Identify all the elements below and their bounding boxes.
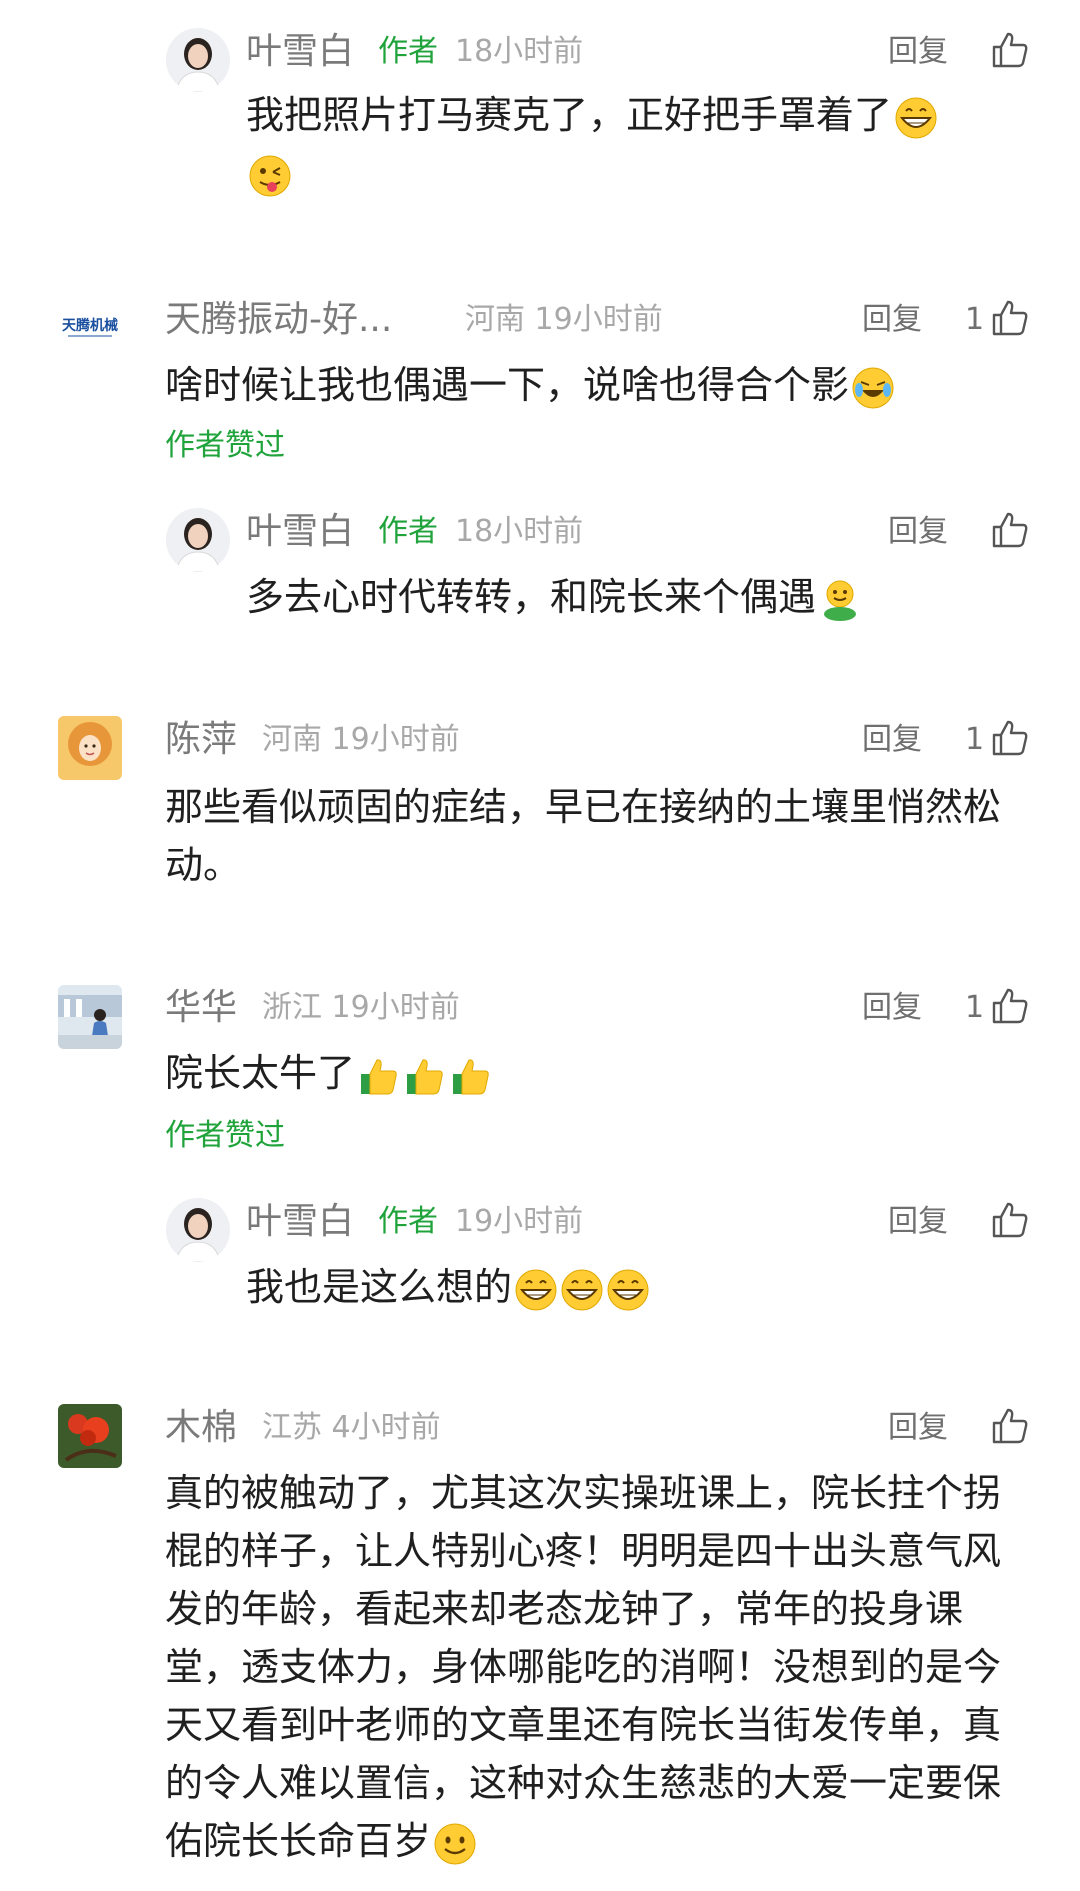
svg-text:天腾机械: 天腾机械	[62, 317, 118, 334]
reply-button[interactable]: 回复	[888, 510, 948, 554]
thumbs-up-emoji	[407, 1058, 443, 1094]
author-name[interactable]: 叶雪白	[246, 510, 354, 554]
smile-emoji	[434, 1823, 476, 1864]
grin-emoji	[895, 97, 937, 138]
like-icon[interactable]	[990, 510, 1030, 550]
like-icon[interactable]	[990, 298, 1030, 338]
author-tag: 作者	[378, 514, 438, 549]
comment-text: 我把照片打马赛克了，正好把手罩着了	[246, 86, 1006, 202]
comment-text-body: 院长太牛了	[165, 1051, 356, 1095]
reply-button[interactable]: 回复	[888, 30, 948, 74]
author-name[interactable]: 天腾振动-好...	[165, 298, 425, 342]
like-icon[interactable]	[990, 1200, 1030, 1240]
comment-meta: 浙江 19小时前	[262, 990, 460, 1025]
comment-text: 我也是这么想的	[246, 1258, 1026, 1316]
reply-button[interactable]: 回复	[862, 718, 922, 762]
comment-text: 院长太牛了	[165, 1044, 1025, 1102]
avatar[interactable]	[58, 1404, 122, 1468]
comment-meta: 18小时前	[455, 34, 584, 69]
grin-emoji	[561, 1269, 603, 1310]
like-count: 1	[965, 990, 985, 1025]
comment-text-body: 我把照片打马赛克了，正好把手罩着了	[246, 93, 893, 137]
author-tag: 作者	[378, 34, 438, 69]
comment-text-body: 多去心时代转转，和院长来个偶遇	[246, 575, 817, 619]
grin-emoji	[515, 1269, 557, 1310]
laugh-cry-emoji	[852, 367, 894, 408]
reply-button[interactable]: 回复	[888, 1200, 948, 1244]
comment-meta: 19小时前	[455, 1204, 584, 1239]
like-count: 1	[965, 722, 985, 757]
author-name[interactable]: 木棉	[165, 1406, 237, 1450]
avatar[interactable]	[58, 985, 122, 1049]
thumbs-up-emoji	[453, 1058, 489, 1094]
avatar[interactable]	[166, 1198, 230, 1262]
avatar[interactable]: 天腾机械	[58, 292, 122, 356]
grin-emoji	[607, 1269, 649, 1310]
comment-text: 真的被触动了，尤其这次实操班课上，院长拄个拐棍的样子，让人特别心疼！明明是四十出…	[165, 1464, 1025, 1870]
comment-text-body: 啥时候让我也偶遇一下，说啥也得合个影	[165, 363, 850, 407]
wink-tongue-emoji	[249, 155, 291, 196]
comment-meta: 河南 19小时前	[465, 302, 663, 337]
reply-button[interactable]: 回复	[862, 298, 922, 342]
author-tag: 作者	[378, 1204, 438, 1239]
avatar[interactable]	[58, 716, 122, 780]
like-icon[interactable]	[990, 718, 1030, 758]
author-name[interactable]: 叶雪白	[246, 1200, 354, 1244]
like-count: 1	[965, 302, 985, 337]
avatar[interactable]	[166, 508, 230, 572]
hug-emoji	[824, 580, 857, 621]
author-name[interactable]: 华华	[165, 986, 237, 1030]
comment-text-body: 真的被触动了，尤其这次实操班课上，院长拄个拐棍的样子，让人特别心疼！明明是四十出…	[165, 1471, 1002, 1863]
author-name[interactable]: 陈萍	[165, 718, 237, 762]
comment-text: 啥时候让我也偶遇一下，说啥也得合个影	[165, 356, 1025, 414]
comment-text: 多去心时代转转，和院长来个偶遇	[246, 568, 1026, 626]
comment-text: 那些看似顽固的症结，早已在接纳的土壤里悄然松动。	[165, 785, 1002, 887]
comment-meta: 河南 19小时前	[262, 722, 460, 757]
author-liked-label: 作者赞过	[165, 1118, 285, 1153]
like-icon[interactable]	[990, 986, 1030, 1026]
thumbs-up-emoji	[361, 1058, 397, 1094]
avatar[interactable]	[166, 28, 230, 92]
comment-meta: 18小时前	[455, 514, 584, 549]
reply-button[interactable]: 回复	[888, 1406, 948, 1450]
comment-meta: 江苏 4小时前	[262, 1410, 441, 1445]
comment-text-body: 我也是这么想的	[246, 1265, 513, 1309]
like-icon[interactable]	[990, 1406, 1030, 1446]
author-liked-label: 作者赞过	[165, 428, 285, 463]
author-name[interactable]: 叶雪白	[246, 30, 354, 74]
like-icon[interactable]	[990, 30, 1030, 70]
reply-button[interactable]: 回复	[862, 986, 922, 1030]
